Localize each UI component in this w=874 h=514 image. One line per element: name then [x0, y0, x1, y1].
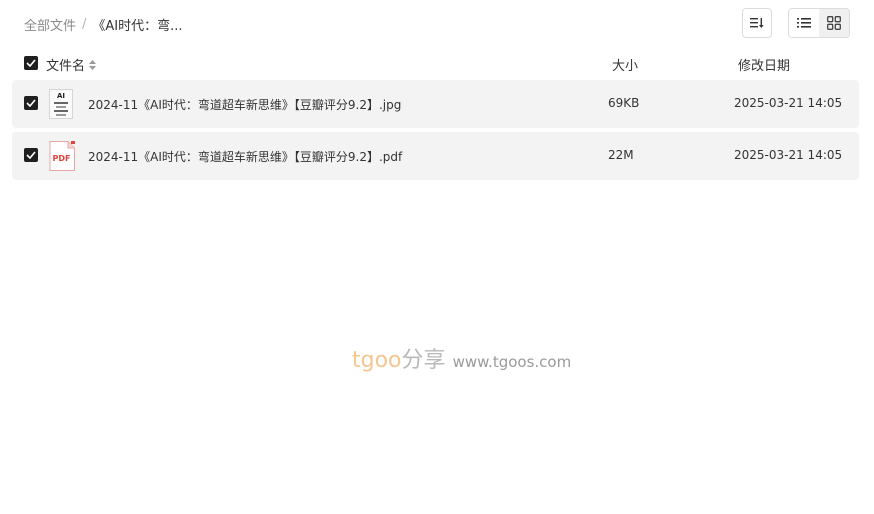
toolbar — [742, 8, 850, 38]
breadcrumb-current: 《AI时代：弯... — [92, 19, 183, 34]
row-checkbox[interactable] — [24, 96, 38, 110]
top-bar: 全部文件 / 《AI时代：弯... — [0, 0, 874, 48]
sort-caret-icon — [89, 59, 97, 70]
table-row[interactable]: AI 2024-11《AI时代：弯道超车新思维》【豆瓣评分9.2】.jpg 69… — [12, 80, 859, 128]
file-name[interactable]: 2024-11《AI时代：弯道超车新思维》【豆瓣评分9.2】.jpg — [88, 96, 401, 113]
image-file-icon: AI — [49, 89, 75, 119]
grid-view-button[interactable] — [819, 9, 849, 37]
column-header-size[interactable]: 大小 — [612, 55, 638, 74]
breadcrumb-separator: / — [82, 17, 87, 32]
file-date: 2025-03-21 14:05 — [734, 96, 843, 110]
sort-button[interactable] — [742, 8, 772, 38]
column-header-date[interactable]: 修改日期 — [738, 55, 790, 74]
sort-icon — [750, 18, 764, 28]
file-size: 22M — [608, 148, 634, 162]
table-row[interactable]: PDF 2024-11《AI时代：弯道超车新思维》【豆瓣评分9.2】.pdf 2… — [12, 132, 859, 180]
file-name[interactable]: 2024-11《AI时代：弯道超车新思维》【豆瓣评分9.2】.pdf — [88, 148, 402, 165]
list-view-button[interactable] — [789, 9, 819, 37]
thumb-label: AI — [56, 92, 66, 100]
file-date: 2025-03-21 14:05 — [734, 148, 843, 162]
pdf-label: PDF — [53, 154, 71, 163]
row-checkbox[interactable] — [24, 148, 38, 162]
column-name-label: 文件名 — [46, 59, 86, 74]
watermark-share: 分享 — [401, 348, 446, 373]
file-size: 69KB — [608, 96, 640, 110]
grid-view-icon — [827, 16, 841, 30]
checkbox-icon — [26, 59, 36, 67]
file-list: AI 2024-11《AI时代：弯道超车新思维》【豆瓣评分9.2】.jpg 69… — [12, 80, 859, 184]
watermark-url: www.tgoos.com — [452, 353, 572, 371]
breadcrumb-root[interactable]: 全部文件 — [24, 15, 76, 34]
list-view-icon — [797, 18, 811, 28]
checkbox-icon — [26, 151, 36, 159]
watermark-brand: tgoo — [352, 348, 402, 373]
view-toggle — [788, 8, 850, 38]
breadcrumb: 全部文件 / 《AI时代：弯... — [24, 15, 183, 34]
select-all-checkbox[interactable] — [24, 56, 38, 70]
pdf-file-icon: PDF — [49, 141, 75, 171]
watermark: tgoo分享 www.tgoos.com — [352, 342, 571, 374]
column-header-name[interactable]: 文件名 — [46, 55, 97, 74]
table-header: 文件名 大小 修改日期 — [24, 54, 850, 74]
checkbox-icon — [26, 99, 36, 107]
